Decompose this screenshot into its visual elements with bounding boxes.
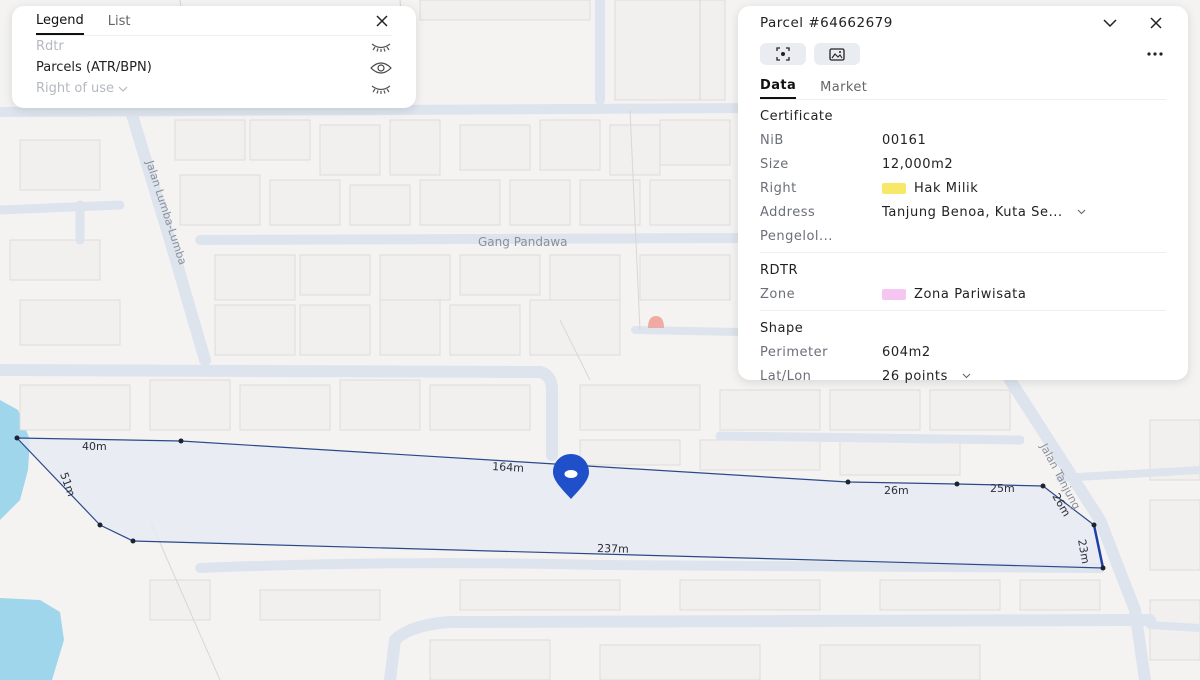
right-value: Hak Milik xyxy=(914,180,979,196)
row-pengelola: Pengelol... xyxy=(760,224,1166,248)
legend-item-rdtr: Rdtr xyxy=(36,36,392,57)
divider xyxy=(760,252,1166,253)
chevron-down-icon xyxy=(1077,209,1086,215)
address-value: Tanjung Benoa, Kuta Se... xyxy=(882,204,1063,220)
close-panel-button[interactable] xyxy=(1146,13,1166,33)
vertex[interactable] xyxy=(845,479,851,485)
vertex[interactable] xyxy=(1040,483,1046,489)
close-icon xyxy=(1150,17,1162,29)
toggle-visibility-rdtr[interactable] xyxy=(370,40,392,54)
row-nib: NiB 00161 xyxy=(760,128,1166,152)
expand-latlon-button[interactable] xyxy=(962,373,971,379)
parcel-title: Parcel #64662679 xyxy=(760,15,893,31)
edge-label-237m: 237m xyxy=(597,542,629,556)
chevron-down-icon[interactable] xyxy=(118,86,128,92)
eye-closed-icon xyxy=(371,85,391,94)
legend-panel: Legend List Rdtr Parcels (ATR/BPN) Right… xyxy=(12,6,416,108)
zone-color-swatch xyxy=(882,288,906,300)
tab-market[interactable]: Market xyxy=(820,80,867,99)
legend-item-label: Right of use xyxy=(36,81,115,96)
zone-value: Zona Pariwisata xyxy=(914,286,1027,302)
edge-label-40m: 40m xyxy=(82,440,107,453)
toggle-visibility-right-of-use[interactable] xyxy=(370,82,392,96)
section-title-rdtr: RDTR xyxy=(760,262,799,278)
row-right: Right Hak Milik xyxy=(760,176,1166,200)
edge-label-26m-top: 26m xyxy=(884,484,909,497)
size-value: 12,000m2 xyxy=(882,156,954,172)
tab-data[interactable]: Data xyxy=(760,78,797,99)
close-legend-button[interactable] xyxy=(372,11,392,31)
chevron-down-icon xyxy=(962,373,971,379)
focus-parcel-button[interactable] xyxy=(760,43,806,65)
water-body-bottom xyxy=(0,598,64,680)
street-label-gang-pandawa: Gang Pandawa xyxy=(478,235,567,249)
vertex[interactable] xyxy=(130,538,136,544)
close-icon xyxy=(376,15,388,27)
collapse-panel-button[interactable] xyxy=(1100,13,1120,33)
row-label: Right xyxy=(760,180,797,196)
eye-closed-icon xyxy=(371,43,391,52)
vertex[interactable] xyxy=(1100,565,1106,571)
divider xyxy=(760,310,1166,311)
row-address: Address Tanjung Benoa, Kuta Se... xyxy=(760,200,1166,224)
row-label: NiB xyxy=(760,132,784,148)
image-view-button[interactable] xyxy=(814,43,860,65)
parcel-tabs: Data Market xyxy=(760,74,1166,100)
eye-icon xyxy=(370,61,392,74)
perimeter-value: 604m2 xyxy=(882,344,931,360)
latlon-value: 26 points xyxy=(882,368,949,384)
toggle-visibility-parcels[interactable] xyxy=(370,61,392,75)
legend-item-right-of-use: Right of use xyxy=(36,78,392,99)
legend-item-parcels: Parcels (ATR/BPN) xyxy=(36,57,392,78)
row-latlon: Lat/Lon 26 points xyxy=(760,364,1166,388)
vertex[interactable] xyxy=(178,438,184,444)
row-size: Size 12,000m2 xyxy=(760,152,1166,176)
tab-list[interactable]: List xyxy=(108,8,131,34)
row-label: Address xyxy=(760,204,816,220)
legend-item-label: Rdtr xyxy=(36,39,64,54)
section-title-certificate: Certificate xyxy=(760,108,834,124)
parcel-details-panel: Parcel #64662679 Data Market Certificate… xyxy=(738,6,1188,384)
parcel-toolbar xyxy=(760,40,1166,68)
tab-legend[interactable]: Legend xyxy=(36,7,84,35)
more-options-button[interactable] xyxy=(1144,44,1166,64)
parcel-header: Parcel #64662679 xyxy=(760,6,1166,40)
section-title-shape: Shape xyxy=(760,320,804,336)
more-horizontal-icon xyxy=(1147,52,1163,56)
chevron-down-icon xyxy=(1103,19,1117,27)
edge-label-164m: 164m xyxy=(492,460,524,475)
vertex[interactable] xyxy=(954,481,960,487)
vertex[interactable] xyxy=(1091,522,1097,528)
row-zone: Zone Zona Pariwisata xyxy=(760,282,1166,306)
row-label: Size xyxy=(760,156,789,172)
vertex[interactable] xyxy=(14,435,20,441)
row-label: Lat/Lon xyxy=(760,368,812,384)
nib-value: 00161 xyxy=(882,132,927,148)
right-color-swatch xyxy=(882,182,906,194)
row-label: Pengelol... xyxy=(760,228,833,244)
legend-tabs: Legend List xyxy=(36,6,392,36)
expand-address-button[interactable] xyxy=(1077,209,1086,215)
edge-label-25m: 25m xyxy=(990,482,1015,495)
vertex[interactable] xyxy=(97,522,103,528)
row-label: Zone xyxy=(760,286,796,302)
row-label: Perimeter xyxy=(760,344,828,360)
row-perimeter: Perimeter 604m2 xyxy=(760,340,1166,364)
image-icon xyxy=(829,47,845,61)
legend-item-label: Parcels (ATR/BPN) xyxy=(36,60,152,75)
focus-frame-icon xyxy=(776,47,790,61)
